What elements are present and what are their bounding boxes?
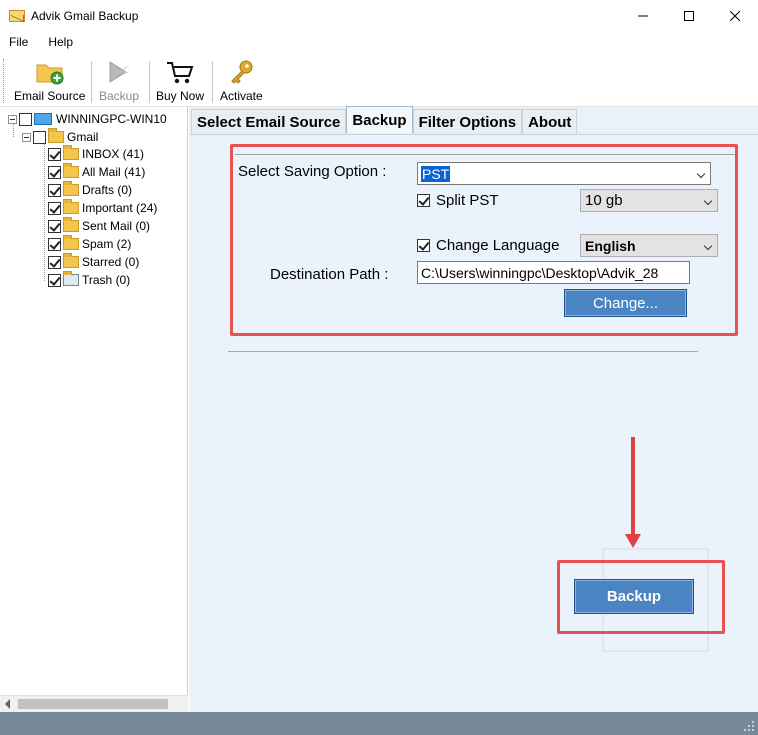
tree-folder-sent-mail[interactable]: Sent Mail (0) [48,217,150,235]
maximize-icon [684,10,694,21]
tab-select-email-source[interactable]: Select Email Source [191,109,347,134]
toolbar-separator [212,61,213,103]
highlight-box-backup [557,560,725,634]
account-folder-icon [48,128,64,143]
window-controls [620,0,758,31]
computer-icon [34,113,52,125]
menu-file[interactable]: File [9,35,28,49]
play-icon: C [102,56,136,88]
main-panel: Select Email Source Backup Filter Option… [189,106,758,712]
email-source-label: Email Source [14,89,86,103]
toolbar: Email Source C Backup Buy Now Activate [0,53,758,107]
envelope-icon [9,9,25,22]
backup-toolbar-button[interactable]: C Backup [99,56,139,103]
cart-icon [163,56,197,88]
menu-bar: File Help [0,31,758,53]
folder-checkbox[interactable] [48,183,61,197]
folder-label: Starred (0) [82,255,140,269]
account-checkbox[interactable] [33,130,46,144]
close-icon [730,10,740,21]
tree-horizontal-scrollbar[interactable] [0,695,194,712]
scroll-thumb[interactable] [18,699,168,709]
folder-icon [63,235,79,250]
tree-folder-spam[interactable]: Spam (2) [48,235,131,253]
pointer-arrow-line [631,437,635,537]
window-title: Advik Gmail Backup [31,8,139,23]
activate-button[interactable]: Activate [220,56,263,103]
root-checkbox[interactable] [19,112,32,126]
minimize-button[interactable] [620,0,666,31]
activate-label: Activate [220,89,263,103]
folder-tree: WINNINGPC-WIN10 Gmail INBOX (41) All Mai… [0,107,188,709]
tab-filter-options[interactable]: Filter Options [412,109,523,134]
tree-connector [44,141,45,281]
backup-tab-content: Select Saving Option : PST Split PST 10 … [189,134,758,712]
tab-strip: Select Email Source Backup Filter Option… [191,106,578,134]
email-source-button[interactable]: Email Source [14,56,85,103]
title-bar: Advik Gmail Backup [0,0,758,31]
tree-folder-inbox[interactable]: INBOX (41) [48,145,144,163]
buy-now-label: Buy Now [156,89,205,103]
tree-account[interactable]: Gmail [22,128,98,146]
highlight-box-options [230,144,738,336]
tree-folder-all-mail[interactable]: All Mail (41) [48,163,145,181]
toolbar-grip [3,59,6,103]
pointer-arrow-head-icon [625,534,641,548]
collapse-toggle[interactable] [8,114,17,124]
minimize-icon [638,15,648,16]
svg-text:C: C [123,66,129,76]
folder-label: Drafts (0) [82,183,133,197]
buy-now-button[interactable]: Buy Now [156,56,204,103]
status-bar [0,712,758,735]
folder-checkbox[interactable] [48,255,61,269]
tree-folder-starred[interactable]: Starred (0) [48,253,139,271]
maximize-button[interactable] [666,0,712,31]
scroll-left-icon[interactable] [5,699,10,709]
tree-root[interactable]: WINNINGPC-WIN10 [8,110,167,128]
backup-toolbar-label: Backup [99,89,140,103]
folder-checkbox[interactable] [48,165,61,179]
tree-folder-drafts[interactable]: Drafts (0) [48,181,132,199]
folder-icon [63,253,79,268]
folder-label: Trash (0) [82,273,131,287]
folder-checkbox[interactable] [48,201,61,215]
tree-folder-trash[interactable]: Trash (0) [48,271,130,289]
folder-checkbox[interactable] [48,219,61,233]
section-separator [228,351,698,352]
toolbar-separator [91,61,92,103]
tree-root-label: WINNINGPC-WIN10 [56,112,167,126]
folder-label: Sent Mail (0) [82,219,151,233]
folder-checkbox[interactable] [48,147,61,161]
resize-grip-icon[interactable] [743,720,755,732]
collapse-toggle[interactable] [22,132,31,142]
folder-checkbox[interactable] [48,273,61,287]
close-button[interactable] [712,0,758,31]
toolbar-separator [149,61,150,103]
menu-help[interactable]: Help [48,35,73,49]
key-icon [224,56,258,88]
folder-label: Spam (2) [82,237,132,251]
tab-backup[interactable]: Backup [346,106,413,133]
folder-icon [63,199,79,214]
trash-icon [63,271,79,286]
tree-folder-important[interactable]: Important (24) [48,199,157,217]
folder-label: Important (24) [82,201,158,215]
tab-about[interactable]: About [522,109,578,134]
sent-folder-icon [63,217,79,232]
folder-label: INBOX (41) [82,147,145,161]
inbox-folder-icon [63,145,79,160]
folder-label: All Mail (41) [82,165,146,179]
tree-account-label: Gmail [67,130,99,144]
folder-add-icon [33,56,67,88]
folder-checkbox[interactable] [48,237,61,251]
drafts-folder-icon [63,181,79,196]
folder-icon [63,163,79,178]
